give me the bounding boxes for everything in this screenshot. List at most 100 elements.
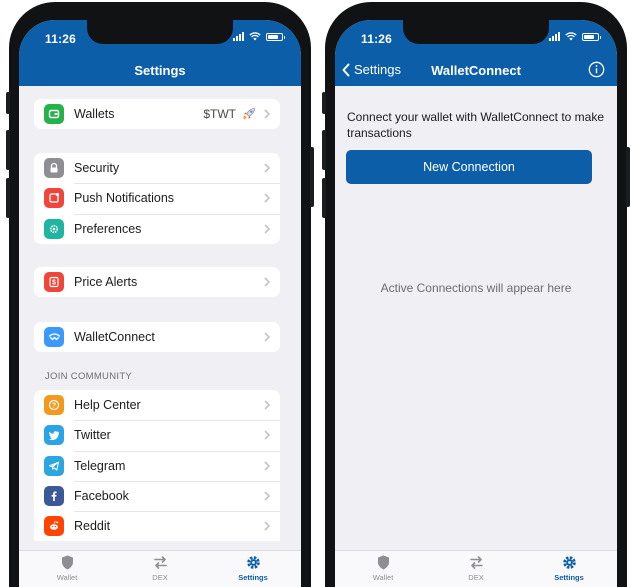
chevron-right-icon <box>264 109 271 119</box>
tab-dex[interactable]: DEX <box>130 554 190 582</box>
settings-row-twitter[interactable]: Twitter <box>34 420 280 450</box>
volume-down-button <box>6 178 10 218</box>
dollar-icon: $ <box>44 272 64 293</box>
gear-icon <box>562 556 576 569</box>
twt-value: $TWT <box>203 107 236 122</box>
battery-icon <box>582 32 601 41</box>
info-icon[interactable] <box>588 61 605 78</box>
volume-up-button <box>322 130 326 170</box>
notch <box>87 20 233 44</box>
gear-icon <box>246 556 260 569</box>
row-label: Help Center <box>74 398 141 413</box>
power-button <box>626 147 630 207</box>
settings-screen: 11:26 Settings Wallets $TWT Security Pus… <box>19 20 301 587</box>
chevron-right-icon <box>264 332 271 342</box>
security-group: Security Push Notifications Preferences <box>34 153 280 244</box>
tab-wallet[interactable]: Wallet <box>37 554 97 582</box>
shield-icon <box>377 555 389 570</box>
walletconnect-icon <box>44 327 64 348</box>
tab-label: DEX <box>152 573 168 582</box>
page-title: Settings <box>134 63 186 78</box>
tab-label: Wallet <box>372 573 394 582</box>
cellular-signal-icon <box>549 32 560 41</box>
row-label: Reddit <box>74 519 111 534</box>
notification-icon <box>44 188 64 209</box>
phone-frame-walletconnect: 11:26 Settings WalletConnect Connect you… <box>322 2 630 587</box>
rocket-icon <box>243 108 255 120</box>
battery-icon <box>266 32 285 41</box>
settings-row-preferences[interactable]: Preferences <box>34 213 280 244</box>
wallet-icon <box>44 104 64 125</box>
settings-row-security[interactable]: Security <box>34 153 280 183</box>
chevron-right-icon <box>264 277 271 287</box>
cellular-signal-icon <box>233 32 244 41</box>
tab-label: Settings <box>238 573 268 582</box>
row-label: Facebook <box>74 489 129 504</box>
power-button <box>310 147 314 207</box>
tab-label: DEX <box>468 573 484 582</box>
settings-row-help-center[interactable]: ? Help Center <box>34 390 280 420</box>
settings-row-price-alerts[interactable]: $ Price Alerts <box>34 267 280 297</box>
wallets-group: Wallets $TWT <box>34 99 280 130</box>
empty-state-text: Active Connections will appear here <box>380 281 572 295</box>
settings-row-facebook[interactable]: Facebook <box>34 480 280 511</box>
row-label: Twitter <box>74 428 111 443</box>
reddit-icon <box>44 516 64 537</box>
walletconnect-intro-text: Connect your wallet with WalletConnect t… <box>347 110 605 140</box>
chevron-right-icon <box>264 430 271 441</box>
chevron-right-icon <box>264 491 271 501</box>
settings-row-reddit[interactable]: Reddit <box>34 511 280 541</box>
chevron-right-icon <box>264 163 271 173</box>
row-label: Wallets <box>74 107 115 122</box>
chevron-right-icon <box>264 461 271 471</box>
price-alerts-group: $ Price Alerts <box>34 267 280 298</box>
facebook-icon <box>44 486 64 507</box>
tab-settings[interactable]: Settings <box>539 554 599 582</box>
status-time: 11:26 <box>45 32 77 46</box>
app-store-screenshot: 11:26 Settings Wallets $TWT Security Pus… <box>0 0 636 587</box>
tab-dex[interactable]: DEX <box>446 554 506 582</box>
settings-row-walletconnect[interactable]: WalletConnect <box>34 322 280 352</box>
community-group: ? Help Center Twitter Telegram Facebook … <box>34 390 280 542</box>
volume-up-button <box>6 130 10 170</box>
side-button <box>6 92 10 114</box>
tab-label: Settings <box>554 573 584 582</box>
walletconnect-group: WalletConnect <box>34 322 280 353</box>
status-time: 11:26 <box>361 32 393 46</box>
chevron-right-icon <box>264 224 271 234</box>
row-label: Preferences <box>74 221 142 236</box>
twitter-icon <box>44 425 64 446</box>
settings-row-wallets[interactable]: Wallets $TWT <box>34 99 280 129</box>
chevron-right-icon <box>264 400 271 410</box>
tab-bar: Wallet DEX Settings <box>19 550 301 587</box>
row-label: WalletConnect <box>74 330 155 345</box>
tab-label: Wallet <box>56 573 78 582</box>
gear-icon <box>44 218 64 239</box>
lock-icon <box>44 158 64 179</box>
walletconnect-screen: 11:26 Settings WalletConnect Connect you… <box>335 20 617 587</box>
notch <box>403 20 549 44</box>
phone-frame-settings: 11:26 Settings Wallets $TWT Security Pus… <box>6 2 314 587</box>
new-connection-button[interactable]: New Connection <box>346 150 592 184</box>
help-icon: ? <box>44 395 64 416</box>
tab-settings[interactable]: Settings <box>223 554 283 582</box>
section-header-join-community: JOIN COMMUNITY <box>45 371 133 382</box>
row-label: Security <box>74 161 120 176</box>
status-icons <box>233 32 285 41</box>
chevron-right-icon <box>264 521 271 531</box>
svg-text:$: $ <box>52 280 56 287</box>
telegram-icon <box>44 455 64 476</box>
row-label: Telegram <box>74 458 126 473</box>
tab-wallet[interactable]: Wallet <box>353 554 413 582</box>
chevron-right-icon <box>264 193 271 204</box>
swap-icon <box>153 556 167 569</box>
wifi-icon <box>565 32 577 41</box>
swap-icon <box>469 556 483 569</box>
page-title: WalletConnect <box>431 63 521 78</box>
wifi-icon <box>249 32 261 41</box>
side-button <box>322 92 326 114</box>
settings-row-telegram[interactable]: Telegram <box>34 450 280 481</box>
svg-text:?: ? <box>52 403 56 410</box>
volume-down-button <box>322 178 326 218</box>
settings-row-push-notifications[interactable]: Push Notifications <box>34 183 280 213</box>
